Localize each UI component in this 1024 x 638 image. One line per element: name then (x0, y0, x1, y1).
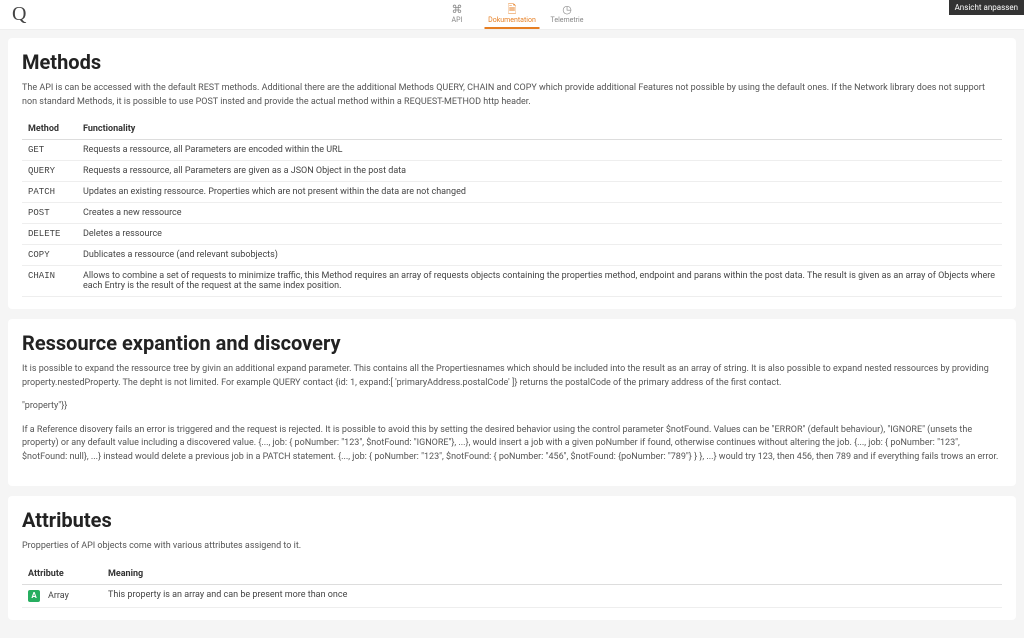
paragraph: If a Reference disovery fails an error i… (22, 424, 1002, 465)
nav-label: API (452, 16, 463, 24)
table-row: CHAINAllows to combine a set of requests… (22, 266, 1002, 297)
desc-cell: Deletes a ressource (77, 224, 1002, 245)
nav-label: Telemetrie (551, 16, 584, 24)
table-row: A Array This property is an array and can … (22, 584, 1002, 607)
table-row: GETRequests a ressource, all Parameters … (22, 140, 1002, 161)
table-row: QUERYRequests a ressource, all Parameter… (22, 161, 1002, 182)
desc-cell: Creates a new ressource (77, 203, 1002, 224)
desc-cell: Requests a ressource, all Parameters are… (77, 140, 1002, 161)
section-intro: Propperties of API objects come with var… (22, 540, 1002, 554)
main-nav: ⌘ API 🗎 Dokumentation ◷ Telemetrie (430, 0, 595, 29)
table-row: PATCHUpdates an existing ressource. Prop… (22, 182, 1002, 203)
section-title: Ressource expantion and discovery (22, 331, 1002, 355)
code-icon: ⌘ (452, 4, 463, 15)
attr-name: Array (48, 591, 69, 601)
brand-logo: Q (12, 3, 26, 26)
nav-label: Dokumentation (488, 16, 536, 24)
method-cell: POST (22, 203, 77, 224)
topbar: Q ⌘ API 🗎 Dokumentation ◷ Telemetrie Ans… (0, 0, 1024, 30)
attr-cell: A Array (22, 584, 102, 607)
nav-telemetry[interactable]: ◷ Telemetrie (540, 0, 595, 29)
customize-view-button[interactable]: Ansicht anpassen (949, 0, 1024, 15)
methods-section: Methods The API is can be accessed with … (8, 38, 1016, 309)
method-cell: CHAIN (22, 266, 77, 297)
section-title: Attributes (22, 508, 1002, 532)
desc-cell: Allows to combine a set of requests to m… (77, 266, 1002, 297)
col-attribute: Attribute (22, 564, 102, 585)
attributes-section: Attributes Propperties of API objects co… (8, 496, 1016, 620)
page-content: Methods The API is can be accessed with … (0, 30, 1024, 638)
attr-badge-icon: A (28, 590, 40, 602)
desc-cell: Dublicates a ressource (and relevant sub… (77, 245, 1002, 266)
nav-documentation[interactable]: 🗎 Dokumentation (485, 0, 540, 29)
section-intro: The API is can be accessed with the defa… (22, 82, 1002, 109)
gauge-icon: ◷ (562, 4, 572, 15)
paragraph: "property"}} (22, 400, 1002, 414)
table-row: COPYDublicates a ressource (and relevant… (22, 245, 1002, 266)
paragraph: It is possible to expand the ressource t… (22, 363, 1002, 390)
method-cell: COPY (22, 245, 77, 266)
desc-cell: Updates an existing ressource. Propertie… (77, 182, 1002, 203)
methods-table: Method Functionality GETRequests a resso… (22, 119, 1002, 297)
method-cell: DELETE (22, 224, 77, 245)
table-row: DELETEDeletes a ressource (22, 224, 1002, 245)
method-cell: QUERY (22, 161, 77, 182)
nav-api[interactable]: ⌘ API (430, 0, 485, 29)
attributes-table: Attribute Meaning A Array This property is… (22, 564, 1002, 608)
desc-cell: Requests a ressource, all Parameters are… (77, 161, 1002, 182)
col-functionality: Functionality (77, 119, 1002, 140)
method-cell: GET (22, 140, 77, 161)
desc-cell: This property is an array and can be pre… (102, 584, 1002, 607)
col-method: Method (22, 119, 77, 140)
document-icon: 🗎 (508, 4, 517, 15)
table-row: POSTCreates a new ressource (22, 203, 1002, 224)
section-title: Methods (22, 50, 1002, 74)
col-meaning: Meaning (102, 564, 1002, 585)
expansion-section: Ressource expantion and discovery It is … (8, 319, 1016, 486)
method-cell: PATCH (22, 182, 77, 203)
